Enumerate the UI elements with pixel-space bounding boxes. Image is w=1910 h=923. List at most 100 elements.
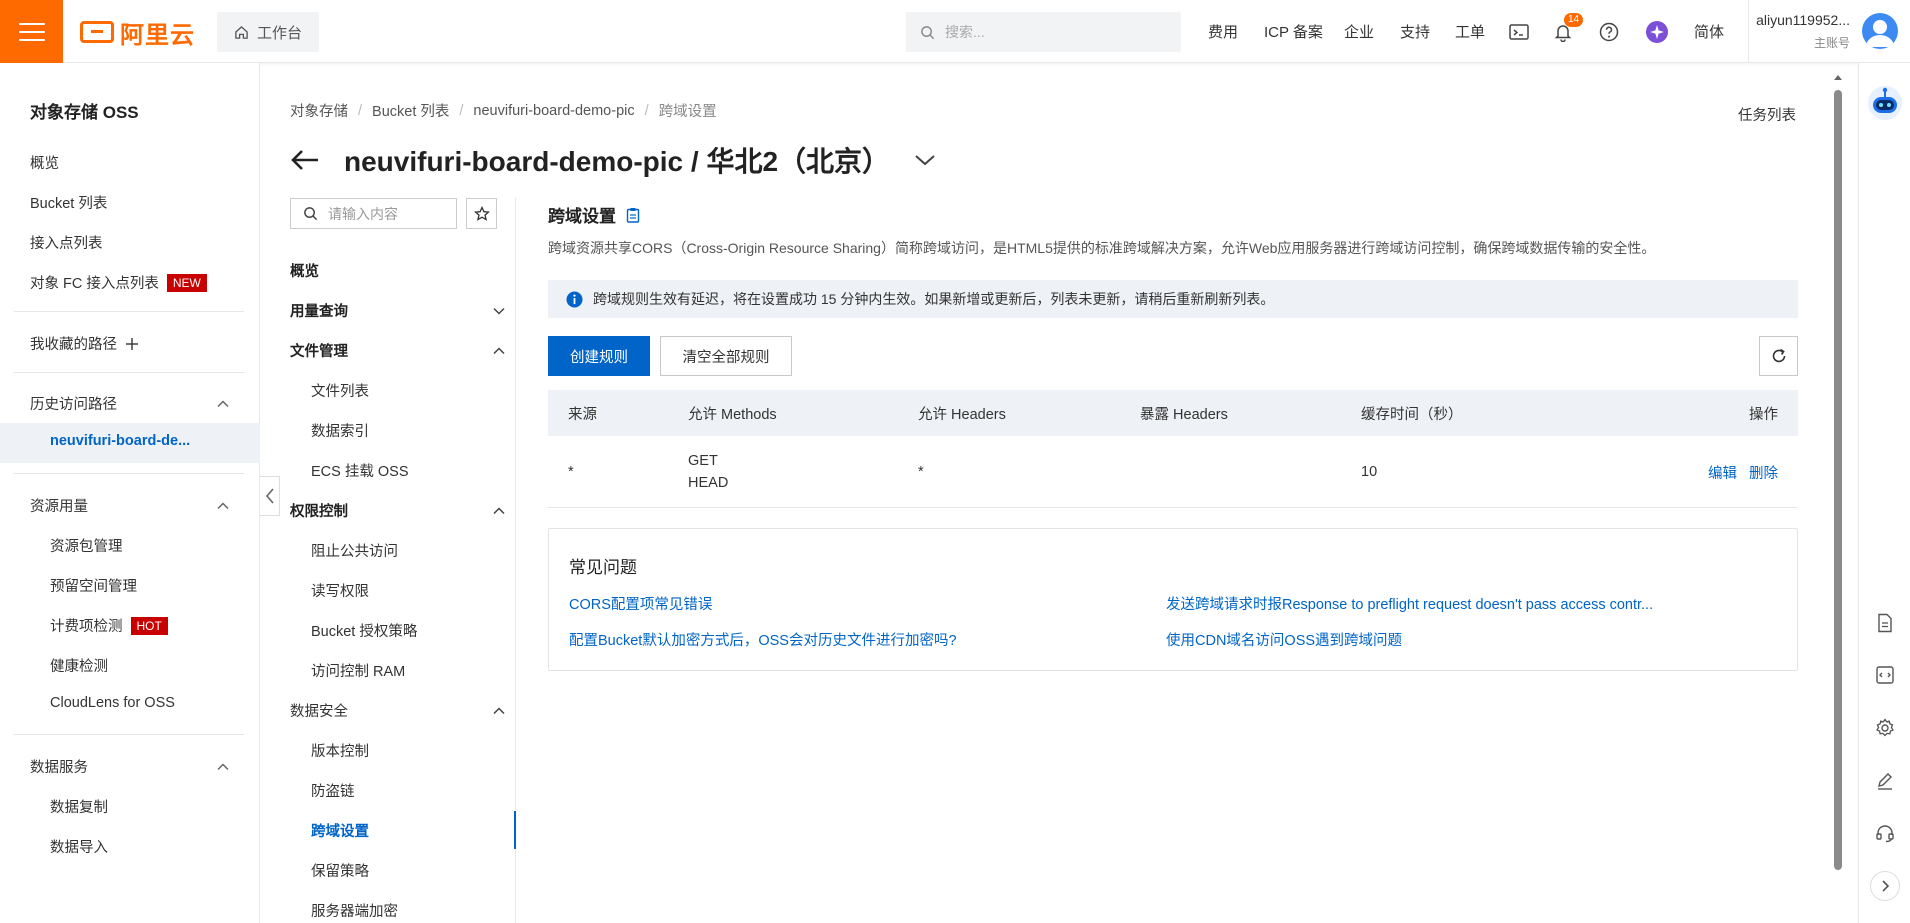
nav-server-encryption[interactable]: 服务器端加密 bbox=[311, 900, 506, 921]
sidebar-item-resource-pack[interactable]: 资源包管理 bbox=[50, 535, 123, 556]
document-button[interactable] bbox=[1873, 611, 1897, 635]
faq-link[interactable]: 发送跨域请求时报Response to preflight request do… bbox=[1166, 593, 1653, 614]
nav-label: 数据索引 bbox=[311, 424, 369, 440]
nav-file-list[interactable]: 文件列表 bbox=[311, 380, 506, 401]
edit-link[interactable]: 编辑 bbox=[1708, 462, 1737, 483]
expand-rail-button[interactable] bbox=[1870, 871, 1900, 901]
terminal-icon bbox=[1509, 23, 1529, 40]
document-icon bbox=[1878, 613, 1892, 633]
task-list-link[interactable]: 任务列表 bbox=[1738, 104, 1796, 125]
nav-versioning[interactable]: 版本控制 bbox=[311, 740, 506, 761]
sidebar-section-data-service[interactable]: 数据服务 bbox=[30, 756, 230, 777]
account-type: 主账号 bbox=[1813, 36, 1850, 50]
sidebar-item-fc-access-points[interactable]: 对象 FC 接入点列表 NEW bbox=[30, 272, 207, 293]
nav-bucket-policy[interactable]: Bucket 授权策略 bbox=[311, 620, 506, 641]
clear-all-rules-button[interactable]: 清空全部规则 bbox=[660, 336, 792, 376]
sidebar-item-label: CloudLens for OSS bbox=[50, 695, 175, 711]
nav-cors[interactable]: 跨域设置 bbox=[311, 820, 506, 841]
nav-data-security[interactable]: 数据安全 bbox=[290, 700, 506, 721]
breadcrumb-oss[interactable]: 对象存储 bbox=[290, 100, 348, 121]
workbench-button[interactable]: 工作台 bbox=[217, 12, 319, 52]
sidebar-collapse-toggle[interactable] bbox=[260, 476, 280, 516]
account-menu[interactable]: aliyun119952... 主账号 bbox=[1750, 12, 1850, 51]
sidebar-section-resources[interactable]: 资源用量 bbox=[30, 495, 230, 516]
nav-retention[interactable]: 保留策略 bbox=[311, 860, 506, 881]
page-header: neuvifuri-board-demo-pic / 华北2（北京） bbox=[290, 140, 936, 180]
sidebar-item-billing-check[interactable]: 计费项检测 HOT bbox=[50, 615, 168, 636]
language-switch[interactable]: 简体 bbox=[1694, 0, 1724, 63]
plus-icon[interactable] bbox=[125, 337, 139, 351]
cell-origin: * bbox=[568, 464, 574, 480]
sidebar-item-bucket-list[interactable]: Bucket 列表 bbox=[30, 192, 107, 213]
ai-assistant-button[interactable] bbox=[1645, 0, 1669, 63]
breadcrumb-bucket[interactable]: neuvifuri-board-demo-pic bbox=[473, 103, 634, 119]
feedback-edit-button[interactable] bbox=[1873, 769, 1897, 793]
left-sidebar: 对象存储 OSS 概览 Bucket 列表 接入点列表 对象 FC 接入点列表 … bbox=[0, 63, 260, 923]
col-origin: 来源 bbox=[568, 406, 597, 423]
nav-hotlink-protection[interactable]: 防盗链 bbox=[311, 780, 506, 801]
sidebar-item-cloudlens[interactable]: CloudLens for OSS bbox=[50, 695, 175, 711]
nav-search[interactable] bbox=[290, 198, 457, 229]
nav-data-index[interactable]: 数据索引 bbox=[311, 420, 506, 441]
nav-access-control[interactable]: 权限控制 bbox=[290, 500, 506, 521]
api-icon bbox=[1876, 666, 1894, 684]
page-scrollbar[interactable] bbox=[1832, 70, 1844, 870]
favorite-button[interactable] bbox=[466, 198, 497, 229]
api-button[interactable] bbox=[1873, 663, 1897, 687]
notification-button[interactable]: 14 bbox=[1554, 0, 1584, 63]
sidebar-item-data-replication[interactable]: 数据复制 bbox=[50, 796, 108, 817]
nav-file-management[interactable]: 文件管理 bbox=[290, 340, 506, 361]
refresh-button[interactable] bbox=[1759, 336, 1798, 376]
scroll-up-arrow-icon[interactable] bbox=[1832, 72, 1844, 82]
scrollbar-thumb[interactable] bbox=[1834, 90, 1842, 870]
breadcrumb-bucket-list[interactable]: Bucket 列表 bbox=[372, 100, 449, 121]
create-rule-button[interactable]: 创建规则 bbox=[548, 336, 650, 376]
faq-link[interactable]: 使用CDN域名访问OSS遇到跨域问题 bbox=[1166, 629, 1402, 650]
faq-link[interactable]: 配置Bucket默认加密方式后，OSS会对历史文件进行加密吗? bbox=[569, 629, 957, 650]
notice-text: 跨域规则生效有延迟，将在设置成功 15 分钟内生效。如果新增或更新后，列表未更新… bbox=[593, 291, 1275, 307]
sidebar-section-history[interactable]: 历史访问路径 bbox=[30, 393, 230, 414]
terminal-button[interactable] bbox=[1509, 0, 1529, 63]
user-avatar[interactable] bbox=[1862, 13, 1898, 49]
nav-label: 用量查询 bbox=[290, 304, 348, 320]
sidebar-item-data-import[interactable]: 数据导入 bbox=[50, 836, 108, 857]
nav-label: 保留策略 bbox=[311, 864, 369, 880]
nav-label: 跨域设置 bbox=[311, 824, 369, 840]
assistant-robot-button[interactable] bbox=[1866, 84, 1904, 122]
sidebar-item-health-check[interactable]: 健康检测 bbox=[50, 655, 108, 676]
search-input[interactable] bbox=[945, 24, 1145, 40]
nav-read-write-acl[interactable]: 读写权限 bbox=[311, 580, 506, 601]
nav-ecs-mount[interactable]: ECS 挂载 OSS bbox=[311, 460, 506, 481]
sidebar-item-label: 资源包管理 bbox=[50, 539, 123, 555]
help-button[interactable] bbox=[1599, 0, 1619, 63]
global-search[interactable] bbox=[906, 12, 1181, 52]
nav-ticket[interactable]: 工单 bbox=[1455, 0, 1485, 63]
col-methods: 允许 Methods bbox=[688, 406, 777, 423]
nav-billing[interactable]: 费用 bbox=[1208, 0, 1238, 63]
sidebar-favorites[interactable]: 我收藏的路径 bbox=[30, 333, 139, 354]
aliyun-logo[interactable]: 阿里云 bbox=[80, 18, 195, 49]
sidebar-item-history-bucket[interactable]: neuvifuri-board-de... bbox=[50, 433, 190, 449]
sidebar-item-overview[interactable]: 概览 bbox=[30, 152, 59, 173]
customer-service-button[interactable] bbox=[1873, 821, 1897, 845]
nav-block-public-access[interactable]: 阻止公共访问 bbox=[311, 540, 506, 561]
sidebar-item-access-points[interactable]: 接入点列表 bbox=[30, 232, 103, 253]
faq-link[interactable]: CORS配置项常见错误 bbox=[569, 593, 712, 614]
delete-link[interactable]: 删除 bbox=[1749, 462, 1778, 483]
settings-button[interactable] bbox=[1873, 716, 1897, 740]
search-icon bbox=[304, 207, 318, 221]
back-arrow-icon[interactable] bbox=[290, 148, 320, 172]
clipboard-icon[interactable] bbox=[626, 207, 640, 223]
nav-enterprise[interactable]: 企业 bbox=[1344, 0, 1374, 63]
nav-search-input[interactable] bbox=[328, 205, 448, 222]
sidebar-item-reserved-space[interactable]: 预留空间管理 bbox=[50, 575, 137, 596]
chevron-down-icon[interactable] bbox=[914, 153, 936, 167]
section-label: 资源用量 bbox=[30, 499, 88, 515]
menu-button[interactable] bbox=[0, 0, 63, 63]
nav-icp[interactable]: ICP 备案 bbox=[1264, 0, 1323, 63]
nav-overview[interactable]: 概览 bbox=[290, 260, 506, 281]
nav-ram[interactable]: 访问控制 RAM bbox=[311, 660, 506, 681]
nav-support[interactable]: 支持 bbox=[1400, 0, 1430, 63]
chevron-up-icon bbox=[493, 506, 505, 514]
nav-usage[interactable]: 用量查询 bbox=[290, 300, 506, 321]
